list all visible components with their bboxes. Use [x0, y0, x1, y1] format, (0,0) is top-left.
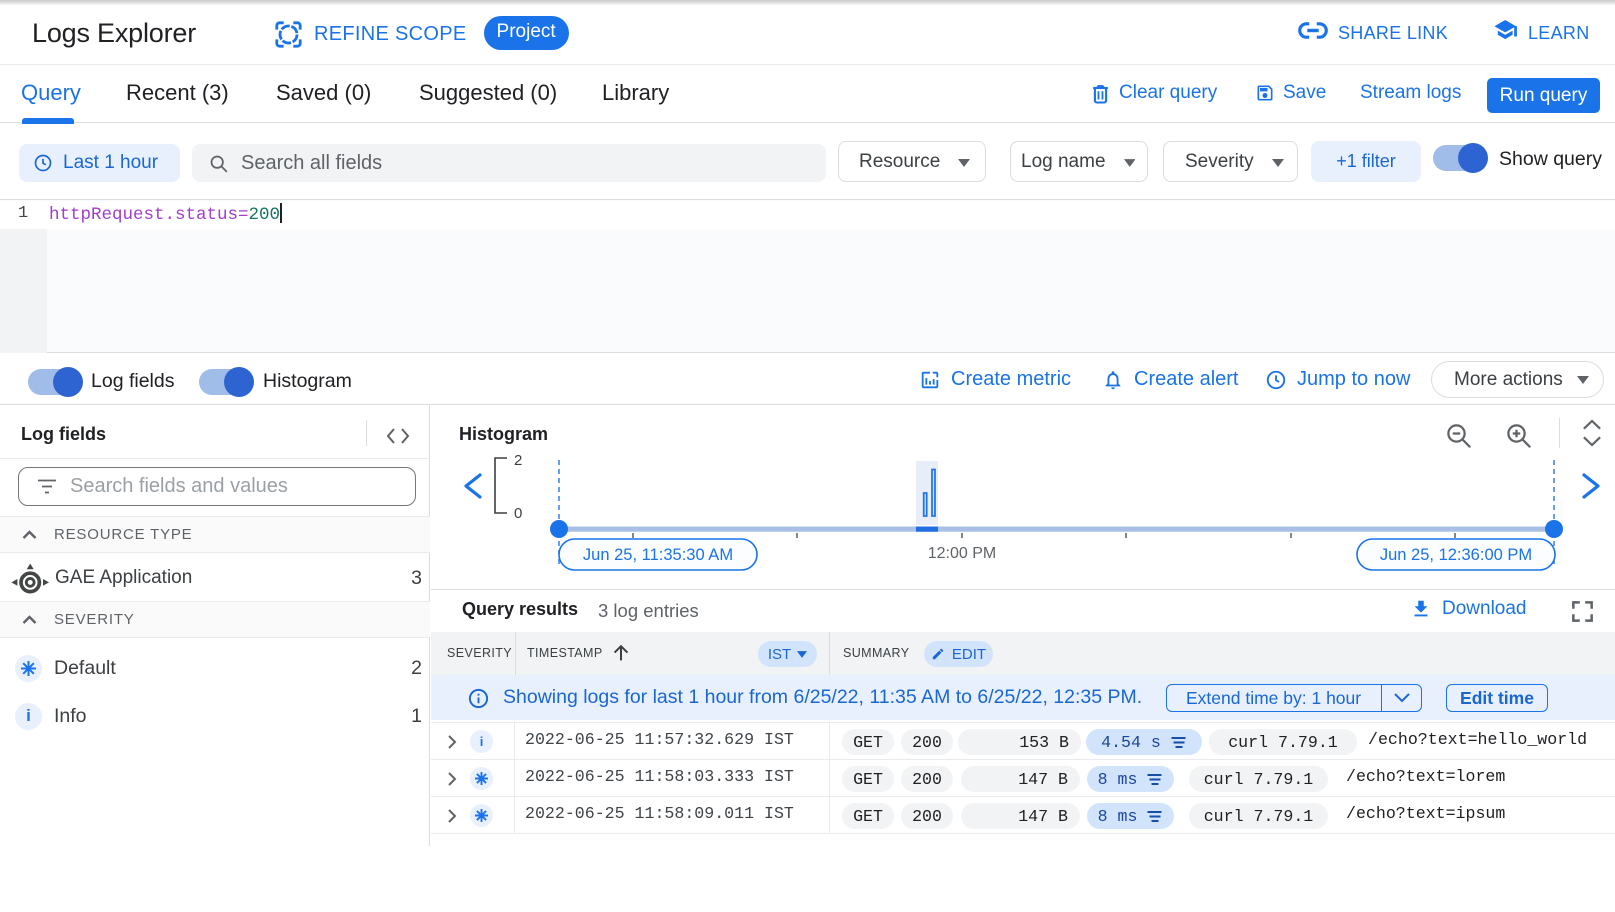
svg-text:Jun 25, 12:36:00 PM: Jun 25, 12:36:00 PM [1380, 546, 1532, 564]
svg-text:2: 2 [514, 452, 522, 469]
svg-text:0: 0 [514, 505, 522, 522]
svg-text:Jun 25, 11:35:30 AM: Jun 25, 11:35:30 AM [583, 546, 733, 564]
svg-text:12:00 PM: 12:00 PM [928, 545, 996, 562]
